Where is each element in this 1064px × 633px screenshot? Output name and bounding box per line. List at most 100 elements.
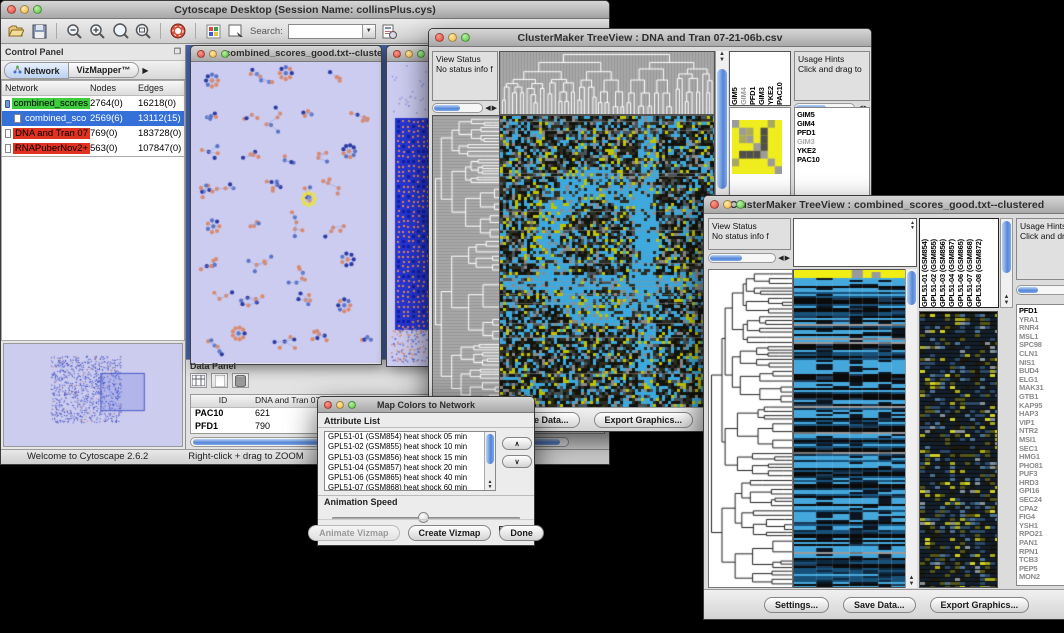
network-row-selected[interactable]: combined_sco 2569(6) 13112(15) bbox=[2, 111, 184, 126]
close-button[interactable] bbox=[435, 33, 444, 42]
minimize-button[interactable] bbox=[209, 50, 217, 58]
chevron-down-icon[interactable]: ▼ bbox=[362, 25, 375, 38]
done-button[interactable]: Done bbox=[499, 525, 544, 541]
attribute-list-item[interactable]: GPL51-01 (GSM854) heat shock 05 min bbox=[325, 432, 484, 442]
labels-vscrollbar[interactable]: ▲▼ bbox=[1000, 218, 1013, 308]
treeview2-title-bar[interactable]: ClusterMaker TreeView : combined_scores_… bbox=[704, 196, 1064, 214]
gene-label[interactable]: GIM3 bbox=[797, 137, 869, 146]
attribute-list-item[interactable]: GPL51-04 (GSM857) heat shock 20 min bbox=[325, 463, 484, 473]
usage-hints-hscrollbar[interactable] bbox=[1016, 284, 1064, 296]
attribute-list-item[interactable]: GPL51-06 (GSM865) heat shock 40 min bbox=[325, 473, 484, 483]
zoom-window-button[interactable] bbox=[348, 401, 356, 409]
close-button[interactable] bbox=[197, 50, 205, 58]
gene-label[interactable]: PAC10 bbox=[797, 155, 869, 164]
settings-button[interactable]: Settings... bbox=[764, 597, 829, 613]
minimize-button[interactable] bbox=[723, 200, 732, 209]
id-column-header[interactable]: ID bbox=[191, 395, 251, 407]
network-column-header[interactable]: Network bbox=[2, 83, 90, 93]
overview-canvas[interactable] bbox=[4, 344, 171, 442]
gene-list[interactable]: PFD1YRA1RNR4MSL1SPC98CLN1NIS1BUD4ELG1MAK… bbox=[1016, 304, 1064, 586]
move-up-button[interactable]: ∧ bbox=[502, 437, 532, 450]
zoom-out-button[interactable] bbox=[65, 22, 83, 40]
column-dendrogram-area[interactable]: ▲▼ bbox=[793, 218, 917, 267]
gene-label[interactable]: YKE2 bbox=[797, 146, 869, 155]
column-dendrogram-canvas[interactable] bbox=[499, 51, 715, 115]
zoom-window-button[interactable] bbox=[221, 50, 229, 58]
heatmap-canvas[interactable] bbox=[499, 115, 715, 411]
zoom-heatmap-canvas[interactable] bbox=[919, 311, 998, 588]
gene-label[interactable]: GIM5 bbox=[797, 110, 869, 119]
network-title-bar[interactable]: combined_scores_good.txt--cluste... bbox=[191, 46, 381, 62]
row-dendrogram-canvas[interactable] bbox=[432, 115, 500, 411]
heatmap-canvas[interactable] bbox=[793, 269, 906, 588]
zoom-window-button[interactable] bbox=[736, 200, 745, 209]
network-row-combined-scores[interactable]: combined_scores 2764(0) 16218(0) bbox=[2, 96, 184, 111]
tab-vizmapper[interactable]: VizMapper™ bbox=[69, 62, 140, 78]
animate-vizmap-button[interactable]: Animate Vizmap bbox=[308, 525, 399, 541]
zoom-selected-button[interactable] bbox=[134, 22, 152, 40]
scroll-arrows-icon[interactable]: ◀▶ bbox=[483, 104, 498, 112]
new-attribute-icon[interactable] bbox=[211, 373, 228, 388]
delete-attribute-icon[interactable] bbox=[232, 373, 249, 388]
help-ring-icon[interactable] bbox=[169, 22, 187, 40]
gene-label[interactable]: GIM4 bbox=[797, 119, 869, 128]
nodes-column-header[interactable]: Nodes bbox=[90, 83, 138, 93]
scroll-arrows-icon[interactable]: ▲▼ bbox=[1001, 294, 1012, 306]
row-dendrogram-canvas[interactable] bbox=[708, 269, 793, 588]
network-canvas[interactable] bbox=[191, 62, 381, 363]
search-input[interactable]: ▼ bbox=[288, 24, 376, 39]
export-graphics-button[interactable]: Export Graphics... bbox=[594, 412, 694, 428]
column-labels-panel[interactable]: GPL51-01 (GSM854)GPL51-02 (GSM855)GPL51-… bbox=[919, 218, 999, 308]
annotation-button[interactable] bbox=[227, 22, 245, 40]
scroll-arrows-icon[interactable]: ▲▼ bbox=[906, 575, 917, 587]
gene-label[interactable]: PFD1 bbox=[797, 128, 869, 137]
report-button[interactable] bbox=[381, 22, 399, 40]
main-title-bar[interactable]: Cytoscape Desktop (Session Name: collins… bbox=[1, 1, 609, 19]
attribute-select-icon[interactable] bbox=[190, 373, 207, 388]
similarity-matrix-canvas[interactable] bbox=[732, 120, 782, 174]
zoom-window-button[interactable] bbox=[417, 50, 425, 58]
heatmap-vscrollbar[interactable]: ▲▼ bbox=[905, 269, 917, 588]
zoom-window-button[interactable] bbox=[33, 5, 42, 14]
scroll-arrows-icon[interactable]: ▲▼ bbox=[910, 221, 915, 231]
save-session-button[interactable] bbox=[30, 22, 48, 40]
save-data-button[interactable]: Save Data... bbox=[843, 597, 916, 613]
network-row-dna-tran[interactable]: DNA and Tran 07 769(0) 183728(0) bbox=[2, 126, 184, 141]
export-graphics-button[interactable]: Export Graphics... bbox=[930, 597, 1030, 613]
attribute-list-item[interactable]: GPL51-03 (GSM856) heat shock 15 min bbox=[325, 453, 484, 463]
zoom-window-button[interactable] bbox=[461, 33, 470, 42]
attribute-list[interactable]: GPL51-01 (GSM854) heat shock 05 minGPL51… bbox=[324, 431, 496, 491]
network-overview-thumbnail[interactable] bbox=[3, 343, 183, 447]
close-button[interactable] bbox=[393, 50, 401, 58]
zoom-in-button[interactable] bbox=[88, 22, 106, 40]
move-down-button[interactable]: ∨ bbox=[502, 455, 532, 468]
open-session-button[interactable] bbox=[7, 22, 25, 40]
minimize-button[interactable] bbox=[448, 33, 457, 42]
attribute-list-item[interactable]: GPL51-07 (GSM868) heat shock 60 min bbox=[325, 483, 484, 491]
close-button[interactable] bbox=[324, 401, 332, 409]
scroll-up-icon[interactable]: ▲▼ bbox=[716, 51, 728, 63]
create-vizmap-button[interactable]: Create Vizmap bbox=[408, 525, 492, 541]
view-status-hscrollbar[interactable]: ◀▶ bbox=[708, 252, 791, 264]
treeview1-title-bar[interactable]: ClusterMaker TreeView : DNA and Tran 07-… bbox=[429, 29, 871, 47]
minimize-button[interactable] bbox=[405, 50, 413, 58]
view-status-hscrollbar[interactable]: ◀▶ bbox=[432, 102, 498, 114]
gene-label[interactable]: MON2 bbox=[1019, 573, 1064, 582]
network-row-rnapuber[interactable]: RNAPuberNov2+ 563(0) 107847(0) bbox=[2, 141, 184, 156]
edges-column-header[interactable]: Edges bbox=[138, 83, 184, 93]
attribute-list-vscrollbar[interactable]: ▲▼ bbox=[484, 432, 495, 490]
vizmapper-button[interactable] bbox=[204, 22, 222, 40]
column-labels-panel[interactable]: GIM5GIM4PFD1GIM3YKE2PAC10 bbox=[729, 51, 791, 106]
float-panel-icon[interactable]: ❐ bbox=[174, 47, 181, 58]
tab-overflow-arrow[interactable]: ▶ bbox=[142, 66, 148, 75]
zoom-fit-button[interactable] bbox=[111, 22, 129, 40]
dialog-title-bar[interactable]: Map Colors to Network bbox=[318, 397, 534, 413]
network-list-empty-area[interactable] bbox=[1, 157, 185, 341]
minimize-button[interactable] bbox=[336, 401, 344, 409]
minimize-button[interactable] bbox=[20, 5, 29, 14]
close-button[interactable] bbox=[7, 5, 16, 14]
scroll-arrows-icon[interactable]: ▲▼ bbox=[485, 480, 495, 490]
attribute-list-item[interactable]: GPL51-02 (GSM855) heat shock 10 min bbox=[325, 442, 484, 452]
tab-network[interactable]: Network bbox=[4, 62, 69, 79]
scroll-arrows-icon[interactable]: ◀▶ bbox=[776, 254, 791, 262]
